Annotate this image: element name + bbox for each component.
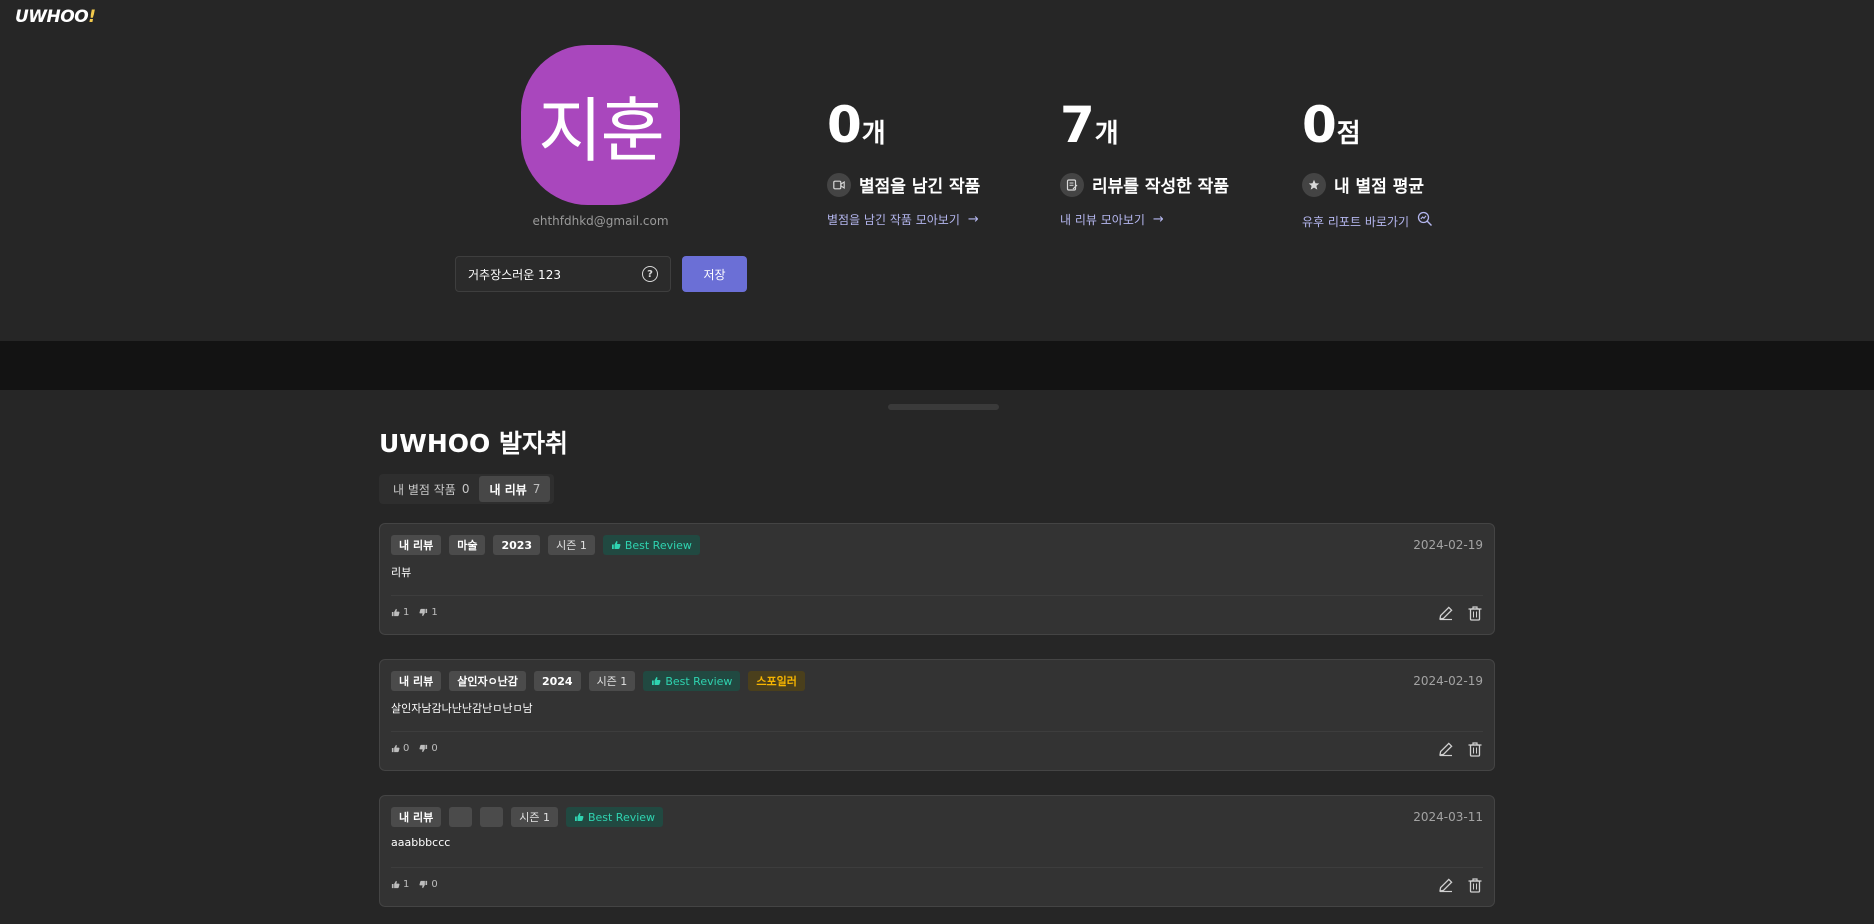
review-date: 2024-02-19: [1413, 538, 1483, 552]
tag-my-review: 내 리뷰: [391, 671, 442, 691]
divider: [391, 595, 1483, 596]
review-card: 내 리뷰 시즌 1 Best Review 2024-03-11 aaabbbc…: [379, 795, 1495, 907]
thumbs-up-icon: [391, 880, 400, 889]
review-date: 2024-03-11: [1413, 810, 1483, 824]
tag-season: 시즌 1: [511, 807, 558, 827]
review-text: 살인자남감나난난감난ㅁ난ㅁ남: [391, 702, 533, 715]
thumbs-down-icon: [419, 744, 428, 753]
like-button[interactable]: 1: [391, 607, 409, 618]
like-button[interactable]: 0: [391, 743, 409, 754]
section-divider-band: [0, 341, 1874, 390]
stat-value: 7: [1060, 96, 1095, 154]
section-title: UWHOO 발자취: [379, 429, 569, 458]
dislike-button[interactable]: 0: [419, 743, 438, 754]
thumbs-up-icon: [611, 541, 621, 549]
review-text: aaabbbccc: [391, 836, 451, 849]
stat-rated-works: 0개 별점을 남긴 작품 별점을 남긴 작품 모아보기 →: [827, 100, 980, 228]
nickname-field[interactable]: 거추장스러운 123 ?: [455, 256, 671, 292]
thumbs-up-icon: [652, 677, 661, 685]
help-icon[interactable]: ?: [642, 266, 658, 282]
stat-value: 0: [1302, 96, 1337, 154]
nickname-value[interactable]: 거추장스러운 123: [468, 266, 642, 283]
tag-year: 2024: [533, 671, 581, 691]
user-email: ehthfdhkd@gmail.com: [532, 214, 669, 228]
stat-value: 0: [827, 96, 862, 154]
avatar: 지훈: [521, 45, 680, 205]
search-chart-icon: [1417, 211, 1433, 231]
review-icon: [1060, 172, 1084, 197]
divider: [391, 867, 1483, 868]
tag-my-review: 내 리뷰: [391, 535, 442, 555]
stat-unit: 개: [861, 119, 886, 149]
trash-icon[interactable]: [1466, 740, 1483, 757]
dislike-button[interactable]: 0: [419, 879, 438, 890]
tag-title[interactable]: 살인자ㅇ난감: [449, 671, 526, 691]
uwhoo-report-link[interactable]: 유후 리포트 바로가기: [1302, 211, 1433, 231]
review-date: 2024-02-19: [1413, 674, 1483, 688]
best-review-badge: Best Review: [602, 535, 700, 555]
thumbs-down-icon: [419, 608, 428, 617]
thumbs-up-icon: [391, 608, 400, 617]
stat-reviewed-works: 7개 리뷰를 작성한 작품 내 리뷰 모아보기 →: [1060, 100, 1229, 228]
review-text: 리뷰: [391, 566, 412, 579]
spoiler-badge: 스포일러: [748, 671, 805, 691]
tag-year: [480, 807, 504, 827]
edit-icon[interactable]: [1437, 876, 1454, 893]
stat-label: 리뷰를 작성한 작품: [1092, 177, 1229, 197]
tag-season: 시즌 1: [588, 671, 636, 691]
uwhoo-logo[interactable]: UWHOO!: [15, 7, 96, 27]
stat-unit: 점: [1336, 119, 1361, 149]
tag-season: 시즌 1: [548, 535, 595, 555]
best-review-badge: Best Review: [565, 807, 664, 827]
dislike-button[interactable]: 1: [419, 607, 438, 618]
tab-rated-works[interactable]: 내 별점 작품 0: [383, 476, 479, 502]
video-icon: [827, 172, 851, 197]
rated-works-link[interactable]: 별점을 남긴 작품 모아보기 →: [827, 211, 980, 228]
thumbs-down-icon: [419, 880, 428, 889]
stat-label: 내 별점 평균: [1334, 177, 1425, 197]
stat-label: 별점을 남긴 작품: [859, 177, 981, 197]
divider: [391, 731, 1483, 732]
review-card: 내 리뷰 마술 2023 시즌 1 Best Review 2024-02-19…: [379, 523, 1495, 635]
like-button[interactable]: 1: [391, 879, 409, 890]
thumbs-up-icon: [391, 744, 400, 753]
best-review-badge: Best Review: [643, 671, 741, 691]
star-icon: [1302, 172, 1326, 197]
tag-title[interactable]: [449, 807, 473, 827]
trash-icon[interactable]: [1466, 604, 1483, 621]
edit-icon[interactable]: [1437, 740, 1454, 757]
stat-average-rating: 0점 내 별점 평균 유후 리포트 바로가기: [1302, 100, 1433, 231]
edit-icon[interactable]: [1437, 604, 1454, 621]
review-tabs: 내 별점 작품 0 내 리뷰 7: [379, 474, 555, 504]
drag-handle[interactable]: [888, 404, 999, 410]
tag-title[interactable]: 마술: [449, 535, 486, 555]
avatar-initials: 지훈: [538, 89, 665, 172]
stat-unit: 개: [1094, 119, 1119, 149]
tab-my-reviews[interactable]: 내 리뷰 7: [479, 476, 551, 502]
thumbs-up-icon: [574, 813, 584, 821]
arrow-right-icon: →: [1152, 212, 1164, 227]
trash-icon[interactable]: [1466, 876, 1483, 893]
tag-year: 2023: [493, 535, 541, 555]
my-reviews-link[interactable]: 내 리뷰 모아보기 →: [1060, 211, 1229, 228]
save-button[interactable]: 저장: [682, 256, 747, 292]
review-card: 내 리뷰 살인자ㅇ난감 2024 시즌 1 Best Review 스포일러 2…: [379, 659, 1495, 771]
tag-my-review: 내 리뷰: [391, 807, 442, 827]
arrow-right-icon: →: [967, 212, 979, 227]
